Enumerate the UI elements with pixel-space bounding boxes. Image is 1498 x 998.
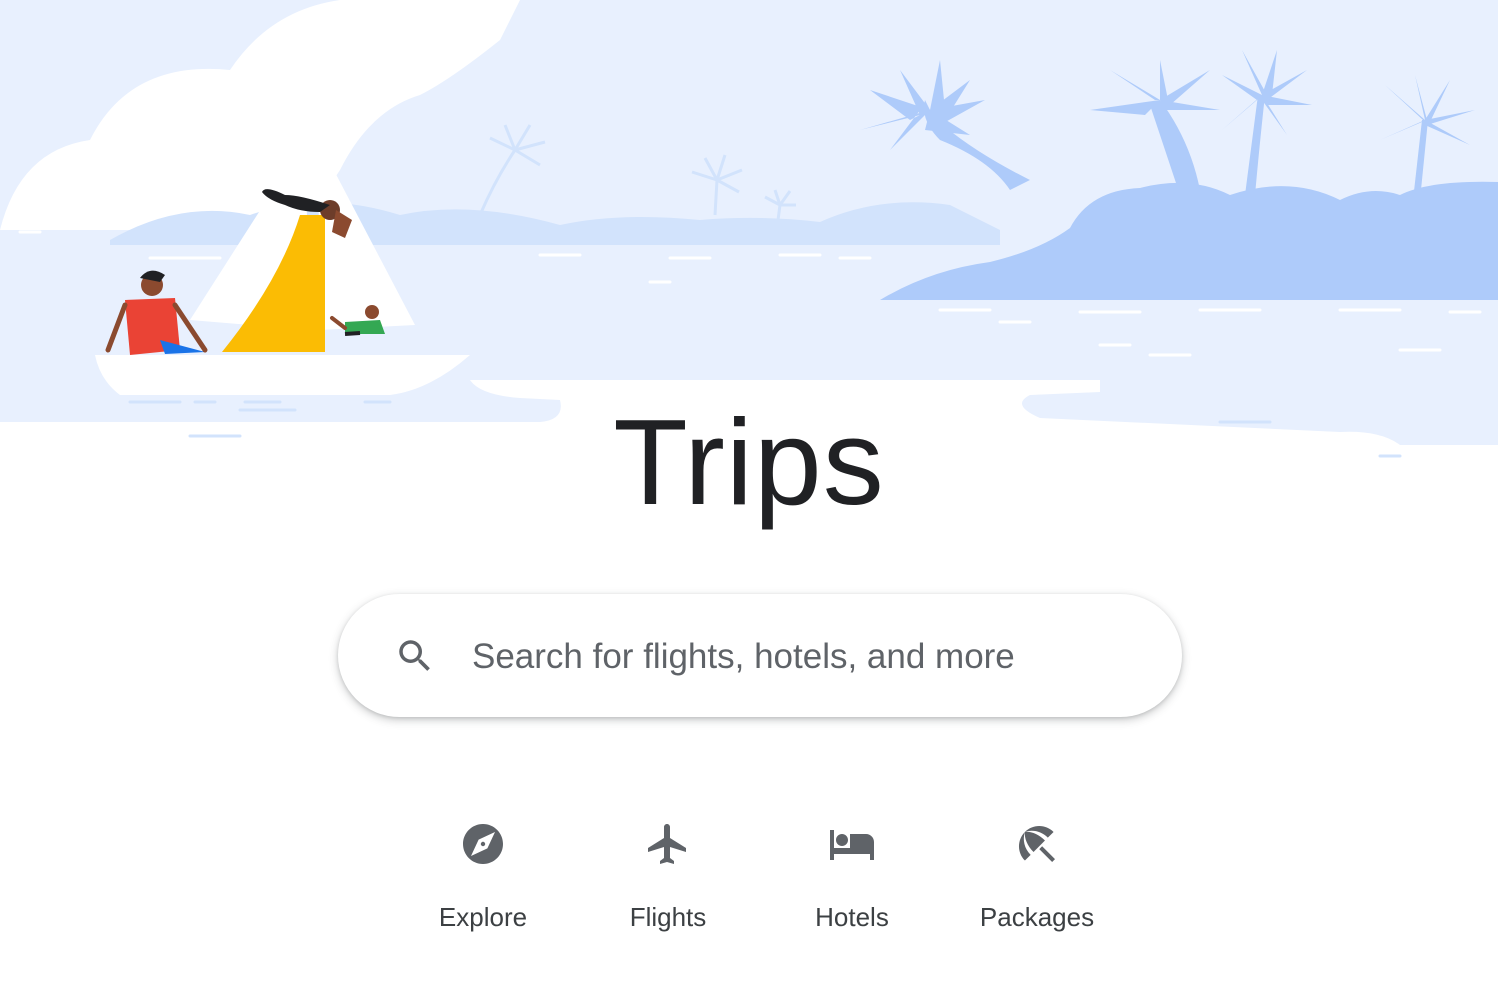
airplane-icon (644, 820, 692, 868)
search-bar[interactable] (338, 594, 1182, 717)
nav-label: Hotels (815, 902, 889, 932)
nav-packages[interactable]: Packages (952, 820, 1122, 950)
nav-hotels[interactable]: Hotels (767, 820, 937, 950)
search-input[interactable] (470, 628, 1134, 686)
page-title: Trips (613, 394, 885, 530)
beach-umbrella-icon (1013, 820, 1061, 868)
nav-explore[interactable]: Explore (398, 820, 568, 950)
compass-icon (459, 820, 507, 868)
nav-label: Flights (629, 902, 707, 932)
nav-label: Explore (438, 902, 528, 932)
nav-flights[interactable]: Flights (583, 820, 753, 950)
nav-label: Packages (979, 902, 1095, 932)
search-icon (394, 635, 436, 677)
bed-icon (828, 820, 876, 868)
